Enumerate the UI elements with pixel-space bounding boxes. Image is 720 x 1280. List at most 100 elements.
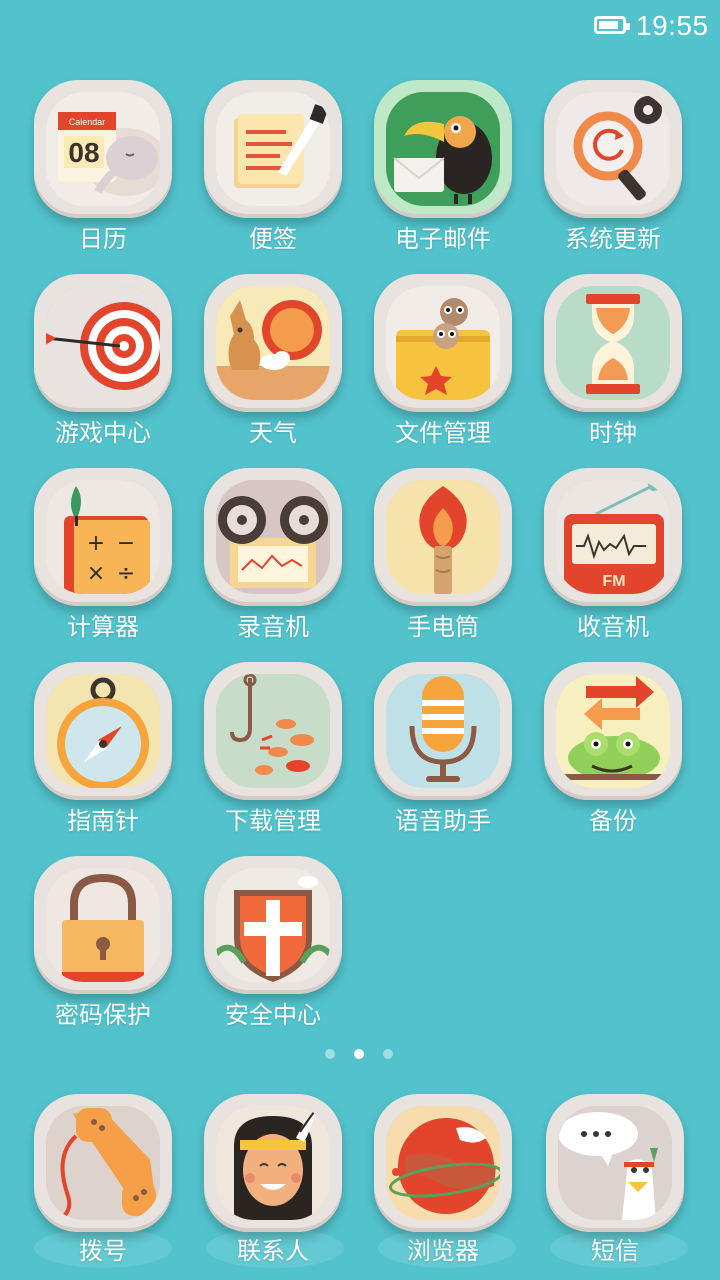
kangaroo-sun-icon <box>216 286 330 400</box>
app-weather[interactable]: 天气 <box>188 274 358 454</box>
toucan-mail-icon <box>386 92 500 206</box>
app-label: 天气 <box>249 419 297 447</box>
svg-text:−: − <box>117 531 135 556</box>
compass-icon <box>46 674 160 788</box>
shield-cross-icon <box>216 868 330 982</box>
app-label: 便签 <box>249 225 297 253</box>
update-magnifier-icon <box>556 92 670 206</box>
app-label: 录音机 <box>237 613 309 641</box>
app-calendar[interactable]: Calendar 08 日历 <box>18 80 188 260</box>
app-game-center[interactable]: 游戏中心 <box>18 274 188 454</box>
app-download-manager[interactable]: 下载管理 <box>188 662 358 842</box>
app-icon-frame <box>204 468 342 606</box>
app-flashlight[interactable]: 手电筒 <box>358 468 528 648</box>
app-icon-frame <box>34 662 172 800</box>
app-label: 密码保护 <box>55 1001 151 1029</box>
app-label: 时钟 <box>589 419 637 447</box>
fm-radio-icon: FM <box>556 480 670 594</box>
calendar-day: 08 <box>68 137 99 168</box>
app-label: 系统更新 <box>565 225 661 253</box>
battery-fill <box>599 21 618 29</box>
torch-flame-icon <box>386 480 500 594</box>
app-label: 备份 <box>589 807 637 835</box>
dock-app-dialer[interactable]: 拨号 <box>18 1094 188 1274</box>
page-dot[interactable] <box>325 1049 335 1059</box>
app-icon-frame <box>34 274 172 412</box>
calculator-book-icon: + − × ÷ <box>46 480 160 594</box>
tape-recorder-icon <box>216 480 330 594</box>
app-icon-frame <box>544 662 682 800</box>
app-clock[interactable]: 时钟 <box>528 274 698 454</box>
app-icon-frame <box>374 274 512 412</box>
app-label: 短信 <box>591 1237 639 1265</box>
folder-lemurs-icon <box>386 286 500 400</box>
app-label: 拨号 <box>79 1237 127 1265</box>
app-icon-frame <box>204 662 342 800</box>
padlock-icon <box>46 868 160 982</box>
contact-person-icon <box>216 1106 330 1220</box>
app-label: 语音助手 <box>395 807 491 835</box>
app-icon-frame <box>204 274 342 412</box>
app-label: 计算器 <box>67 613 139 641</box>
app-icon-frame <box>374 80 512 218</box>
hourglass-icon <box>556 286 670 400</box>
calendar-icon: Calendar 08 <box>46 92 160 206</box>
microphone-icon <box>386 674 500 788</box>
app-label: 收音机 <box>577 613 649 641</box>
app-icon-frame: + − × ÷ <box>34 468 172 606</box>
dock-app-browser[interactable]: 浏览器 <box>358 1094 528 1274</box>
app-icon-frame: FM <box>544 468 682 606</box>
radio-band-label: FM <box>602 573 625 590</box>
app-label: 手电筒 <box>407 613 479 641</box>
app-label: 游戏中心 <box>55 419 151 447</box>
app-notes[interactable]: 便签 <box>188 80 358 260</box>
app-email[interactable]: 电子邮件 <box>358 80 528 260</box>
app-password-protect[interactable]: 密码保护 <box>18 856 188 1036</box>
app-icon-frame <box>204 856 342 994</box>
app-system-update[interactable]: 系统更新 <box>528 80 698 260</box>
status-time: 19:55 <box>636 10 709 41</box>
app-recorder[interactable]: 录音机 <box>188 468 358 648</box>
planet-browser-icon <box>386 1106 500 1220</box>
app-icon-frame <box>544 274 682 412</box>
app-icon-frame <box>544 80 682 218</box>
app-icon-frame <box>204 80 342 218</box>
phone-handset-icon <box>46 1106 160 1220</box>
app-label: 下载管理 <box>225 807 321 835</box>
hook-fish-icon <box>216 674 330 788</box>
app-icon-frame <box>546 1094 684 1232</box>
app-file-manager[interactable]: 文件管理 <box>358 274 528 454</box>
app-compass[interactable]: 指南针 <box>18 662 188 842</box>
page-dot[interactable] <box>383 1049 393 1059</box>
battery-icon <box>594 16 630 34</box>
app-voice-assistant[interactable]: 语音助手 <box>358 662 528 842</box>
app-backup[interactable]: 备份 <box>528 662 698 842</box>
app-icon-frame <box>374 1094 512 1232</box>
app-icon-frame <box>374 662 512 800</box>
app-icon-frame <box>34 856 172 994</box>
app-label: 浏览器 <box>407 1237 479 1265</box>
app-radio[interactable]: FM 收音机 <box>528 468 698 648</box>
target-arrow-icon <box>46 286 160 400</box>
calendar-header: Calendar <box>69 117 106 127</box>
dock-app-messages[interactable]: 短信 <box>530 1094 700 1274</box>
bird-message-icon <box>558 1106 672 1220</box>
svg-text:×: × <box>87 561 105 586</box>
app-label: 联系人 <box>237 1237 309 1265</box>
dock-app-contacts[interactable]: 联系人 <box>188 1094 358 1274</box>
page-dot-active[interactable] <box>354 1049 364 1059</box>
app-icon-frame <box>374 468 512 606</box>
app-security-center[interactable]: 安全中心 <box>188 856 358 1036</box>
app-icon-frame: Calendar 08 <box>34 80 172 218</box>
chameleon-arrows-icon <box>556 674 670 788</box>
page-indicator <box>0 1049 720 1061</box>
svg-text:+: + <box>87 531 105 556</box>
svg-text:÷: ÷ <box>117 561 135 586</box>
status-bar: 19:55 <box>0 0 720 56</box>
app-label: 文件管理 <box>395 419 491 447</box>
app-icon-frame <box>34 1094 172 1232</box>
app-calculator[interactable]: + − × ÷ 计算器 <box>18 468 188 648</box>
app-icon-frame <box>204 1094 342 1232</box>
notepad-icon <box>216 92 330 206</box>
app-label: 电子邮件 <box>395 225 491 253</box>
